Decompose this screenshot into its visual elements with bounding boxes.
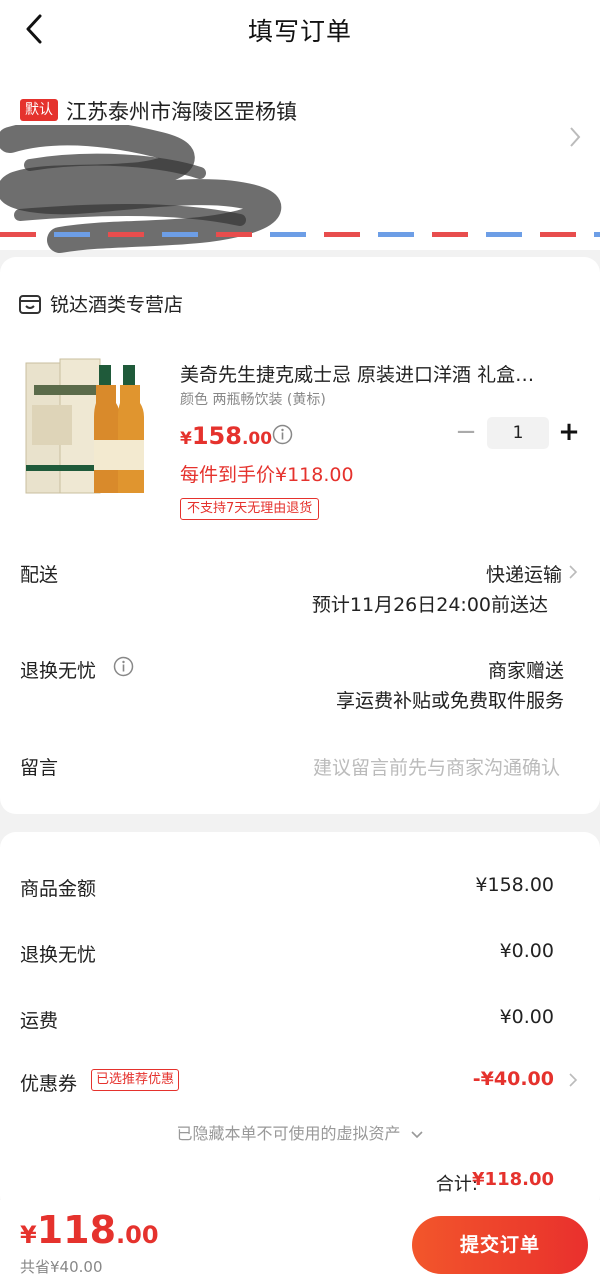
payable-currency: ¥ [20, 1221, 37, 1249]
hidden-assets-toggle[interactable]: 已隐藏本单不可使用的虚拟资产 [0, 1120, 600, 1144]
payable-decimal: .00 [116, 1221, 159, 1249]
address-region: 江苏泰州市海陵区罡杨镇 [66, 100, 297, 124]
price-info-icon[interactable] [272, 424, 293, 445]
no-return-badge: 不支持7天无理由退货 [180, 498, 320, 520]
delivery-eta: 预计11月26日24:00前送达 [311, 594, 548, 616]
worry-free-description: 享运费补贴或免费取件服务 [335, 690, 564, 712]
chevron-right-icon [570, 127, 581, 147]
store-order-card: 锐达酒类专营店 美奇先生捷克威士忌 原装进口洋酒 礼盒… 颜色 两瓶畅饮装 (黄… [0, 257, 600, 814]
price-decimal: .00 [241, 429, 273, 449]
total-value: ¥118.00 [472, 1169, 554, 1190]
payable-integer: 118 [36, 1208, 117, 1252]
final-unit-price: 每件到手价¥118.00 [180, 464, 354, 486]
worry-free-value: 商家赠送 [487, 660, 564, 682]
payable-amount: ¥118.00 [20, 1208, 159, 1252]
product-image[interactable] [24, 355, 154, 497]
chevron-right-icon [569, 1073, 578, 1087]
coupon-label: 优惠券 [20, 1073, 78, 1095]
worry-free-fee-label: 退换无忧 [20, 944, 97, 966]
delivery-method[interactable]: 快递运输 [486, 560, 562, 587]
worry-free-info-icon[interactable] [113, 656, 134, 677]
worry-free-fee-value: ¥0.00 [499, 940, 554, 962]
coupon-recommended-tag: 已选推荐优惠 [91, 1069, 180, 1091]
shipping-fee-value: ¥0.00 [499, 1006, 554, 1028]
goods-amount-label: 商品金额 [20, 878, 97, 900]
price-summary-card: 商品金额 ¥158.00 退换无忧 ¥0.00 运费 ¥0.00 优惠券 已选推… [0, 832, 600, 1212]
chevron-down-icon [410, 1130, 423, 1138]
store-name[interactable]: 锐达酒类专营店 [50, 290, 183, 317]
address-card[interactable]: 默认 江苏泰州市海陵区罡杨镇 [0, 60, 600, 253]
store-icon [19, 295, 41, 314]
hidden-assets-text: 已隐藏本单不可使用的虚拟资产 [176, 1124, 401, 1143]
saved-amount: 共省¥40.00 [20, 1258, 103, 1276]
top-nav-bar: 填写订单 [0, 0, 600, 60]
message-input[interactable]: 建议留言前先与商家沟通确认 [313, 753, 560, 780]
shipping-fee-label: 运费 [20, 1010, 59, 1032]
quantity-input[interactable]: 1 [487, 417, 549, 449]
goods-amount-value: ¥158.00 [475, 874, 554, 896]
price-currency: ¥ [180, 429, 192, 449]
chevron-right-icon [569, 565, 578, 579]
default-address-badge: 默认 [20, 99, 58, 121]
message-label: 留言 [20, 757, 59, 779]
airmail-stripe-divider [0, 232, 600, 237]
quantity-increase-button[interactable]: + [558, 417, 580, 447]
product-variant[interactable]: 颜色 两瓶畅饮装 (黄标) [180, 389, 326, 409]
product-price: ¥158.00 [180, 422, 272, 450]
delivery-label: 配送 [20, 564, 59, 586]
price-integer: 158 [191, 422, 242, 450]
coupon-value[interactable]: -¥40.00 [473, 1068, 554, 1090]
worry-free-label: 退换无忧 [20, 660, 97, 682]
page-title: 填写订单 [247, 17, 352, 46]
checkout-bar: ¥118.00 共省¥40.00 提交订单 [0, 1200, 600, 1279]
product-title[interactable]: 美奇先生捷克威士忌 原装进口洋酒 礼盒… [180, 360, 575, 387]
quantity-decrease-button[interactable]: − [455, 419, 477, 447]
submit-order-button[interactable]: 提交订单 [412, 1216, 588, 1274]
